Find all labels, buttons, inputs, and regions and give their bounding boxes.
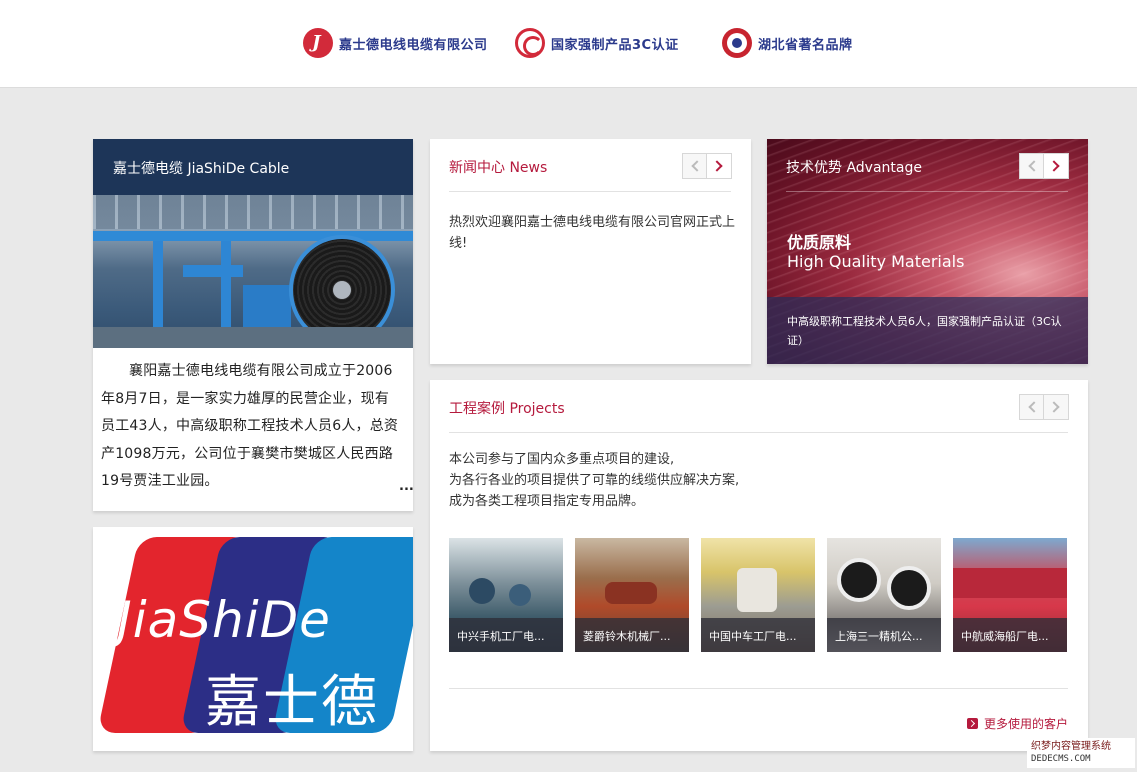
projects-description: 本公司参与了国内众多重点项目的建设, 为各行各业的项目提供了可靠的线缆供应解决方…	[449, 449, 739, 512]
more-clients-link[interactable]: 更多使用的客户	[967, 715, 1068, 732]
advantage-subheadline: High Quality Materials	[787, 252, 965, 271]
projects-bottom-divider	[449, 688, 1068, 689]
factory-photo[interactable]	[93, 195, 413, 348]
projects-description-line: 为各行各业的项目提供了可靠的线缆供应解决方案,	[449, 473, 740, 488]
company-intro-card: 嘉士德电缆 JiaShiDe Cable 襄阳嘉士德电线电缆有限公司成立于200…	[93, 139, 413, 511]
project-case-thumbnail[interactable]: 中兴手机工厂电...	[449, 538, 563, 652]
news-next-button[interactable]	[707, 153, 732, 179]
watermark-line: 织梦内容管理系统	[1031, 741, 1111, 752]
intro-text: 襄阳嘉士德电线电缆有限公司成立于2006年8月7日，是一家实力雄厚的民营企业，现…	[101, 363, 399, 489]
project-case-caption: 菱爵铃木机械厂...	[575, 618, 689, 652]
chevron-right-icon	[711, 160, 723, 172]
chevron-left-icon	[1028, 160, 1040, 172]
advantage-prev-button[interactable]	[1019, 153, 1044, 179]
ccc-brand-item[interactable]: 国家强制产品3C认证	[515, 26, 679, 60]
advantage-divider	[786, 191, 1068, 192]
hubei-brand-item[interactable]: 湖北省著名品牌	[722, 26, 853, 60]
site-header: 嘉士德电线电缆有限公司 国家强制产品3C认证 湖北省著名品牌	[0, 0, 1137, 88]
brand-logo-card: JiaShiDe 嘉士德	[93, 527, 413, 751]
chevron-right-icon	[1048, 401, 1060, 413]
projects-divider	[449, 432, 1068, 433]
project-case-caption: 上海三一精机公...	[827, 618, 941, 652]
project-case-thumbnail[interactable]: 上海三一精机公...	[827, 538, 941, 652]
intro-card-title: 嘉士德电缆 JiaShiDe Cable	[93, 139, 413, 195]
chevron-left-icon	[691, 160, 703, 172]
projects-card: 工程案例 Projects 本公司参与了国内众多重点项目的建设, 为各行各业的项…	[430, 380, 1088, 751]
news-card-title: 新闻中心 News	[449, 160, 548, 176]
news-card: 新闻中心 News 热烈欢迎襄阳嘉士德电线电缆有限公司官网正式上线!	[430, 139, 751, 364]
advantage-headline: 优质原料	[787, 233, 852, 252]
projects-prev-button[interactable]	[1019, 394, 1044, 420]
ccc-brand-label: 国家强制产品3C认证	[551, 37, 679, 53]
company-brand-item[interactable]: 嘉士德电线电缆有限公司	[303, 26, 488, 60]
news-pager	[682, 153, 732, 179]
advantage-next-button[interactable]	[1044, 153, 1069, 179]
watermark: 织梦内容管理系统 DEDECMS.COM	[1027, 738, 1135, 768]
projects-card-title: 工程案例 Projects	[449, 401, 565, 417]
watermark-line: DEDECMS.COM	[1031, 754, 1091, 764]
logo-chinese-text: 嘉士德	[205, 670, 379, 735]
chevron-left-icon	[1028, 401, 1040, 413]
news-item-text[interactable]: 热烈欢迎襄阳嘉士德电线电缆有限公司官网正式上线!	[449, 212, 739, 254]
project-case-caption: 中航威海船厂电...	[953, 618, 1067, 652]
project-case-thumbnail[interactable]: 中国中车工厂电...	[701, 538, 815, 652]
jiashide-logo-icon	[303, 28, 333, 58]
projects-description-line: 本公司参与了国内众多重点项目的建设,	[449, 452, 675, 467]
project-case-caption: 中兴手机工厂电...	[449, 618, 563, 652]
projects-pager	[1019, 394, 1069, 420]
ccc-certification-icon	[515, 28, 545, 58]
project-case-thumbnail[interactable]: 中航威海船厂电...	[953, 538, 1067, 652]
advantage-pager	[1019, 153, 1069, 179]
more-clients-label: 更多使用的客户	[984, 717, 1069, 731]
advantage-card: 技术优势 Advantage 优质原料 High Quality Materia…	[767, 139, 1088, 364]
projects-next-button[interactable]	[1044, 394, 1069, 420]
news-prev-button[interactable]	[682, 153, 707, 179]
chevron-right-icon	[1048, 160, 1060, 172]
project-case-caption: 中国中车工厂电...	[701, 618, 815, 652]
project-case-thumbnail[interactable]: 菱爵铃木机械厂...	[575, 538, 689, 652]
company-brand-label: 嘉士德电线电缆有限公司	[339, 37, 488, 53]
advantage-caption: 中高级职称工程技术人员6人，国家强制产品认证（3C认证）	[767, 297, 1088, 364]
news-divider	[449, 191, 731, 192]
projects-description-line: 成为各类工程项目指定专用品牌。	[449, 494, 645, 509]
hubei-brand-label: 湖北省著名品牌	[758, 37, 853, 53]
arrow-right-icon	[967, 718, 978, 729]
intro-more-link[interactable]: ...	[399, 479, 413, 494]
advantage-card-title: 技术优势 Advantage	[786, 160, 922, 176]
logo-latin-text: JiaShiDe	[117, 591, 331, 649]
hubei-brand-icon	[722, 28, 752, 58]
